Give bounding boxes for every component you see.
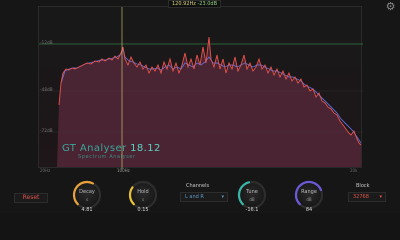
hold-unit: s: [141, 197, 145, 202]
channels-label: Channels: [186, 183, 210, 189]
decay-value: 4.81: [81, 207, 93, 213]
plugin-name: GT Analyser: [62, 143, 127, 154]
decay-knob-arc: [72, 180, 102, 210]
settings-button[interactable]: ⚙: [385, 1, 396, 12]
chevron-down-icon: ▾: [221, 194, 224, 200]
tune-knob-arc: [237, 180, 267, 210]
readout-frequency: 120.92Hz: [172, 1, 196, 7]
range-knob-arc: [294, 180, 324, 210]
decay-unit: s: [85, 197, 89, 202]
cursor-readout: 120.92Hz -23.0dB: [168, 0, 222, 8]
freq-marker-label: 100Hz: [117, 168, 130, 173]
db-label-low: -72dB: [40, 128, 53, 133]
block-value: 32768: [353, 194, 369, 200]
decay-knob[interactable]: Decay s: [72, 180, 102, 210]
plugin-version: 18.12: [130, 143, 161, 154]
tune-label: Tune: [246, 189, 258, 195]
plugin-subtitle: Spectrum Analyser: [78, 154, 136, 160]
hold-knob-arc: [128, 180, 158, 210]
plugin-window: -12dB -48dB -72dB 120.92Hz -23.0dB ⚙ GT …: [0, 0, 400, 213]
channels-value: L and R: [185, 194, 204, 200]
block-select[interactable]: 32768 ▾: [348, 192, 386, 202]
hold-value: 0.15: [137, 207, 149, 213]
freq-tick-right: 20k: [350, 168, 358, 173]
tune-value: -16.1: [245, 207, 259, 213]
range-value: 84: [305, 207, 313, 213]
db-label-top: -12dB: [40, 40, 53, 45]
decay-label: Decay: [79, 189, 95, 195]
reset-button[interactable]: Reset: [14, 193, 48, 203]
range-label: Range: [301, 189, 317, 195]
hold-knob[interactable]: Hold s: [128, 180, 158, 210]
range-knob[interactable]: Range dB: [294, 180, 324, 210]
plugin-title: GT Analyser 18.12: [62, 143, 161, 154]
freq-tick-left: 20Hz: [40, 168, 51, 173]
gear-icon: ⚙: [385, 0, 396, 13]
tune-unit: dB: [249, 197, 255, 202]
readout-level: -23.0dB: [197, 1, 218, 7]
hold-label: Hold: [137, 189, 149, 195]
db-label-mid: -48dB: [40, 87, 53, 92]
range-unit: dB: [306, 197, 312, 202]
channels-select[interactable]: L and R ▾: [180, 192, 228, 202]
block-label: Block: [356, 183, 370, 189]
tune-knob[interactable]: Tune dB: [237, 180, 267, 210]
chevron-down-icon: ▾: [379, 194, 382, 200]
